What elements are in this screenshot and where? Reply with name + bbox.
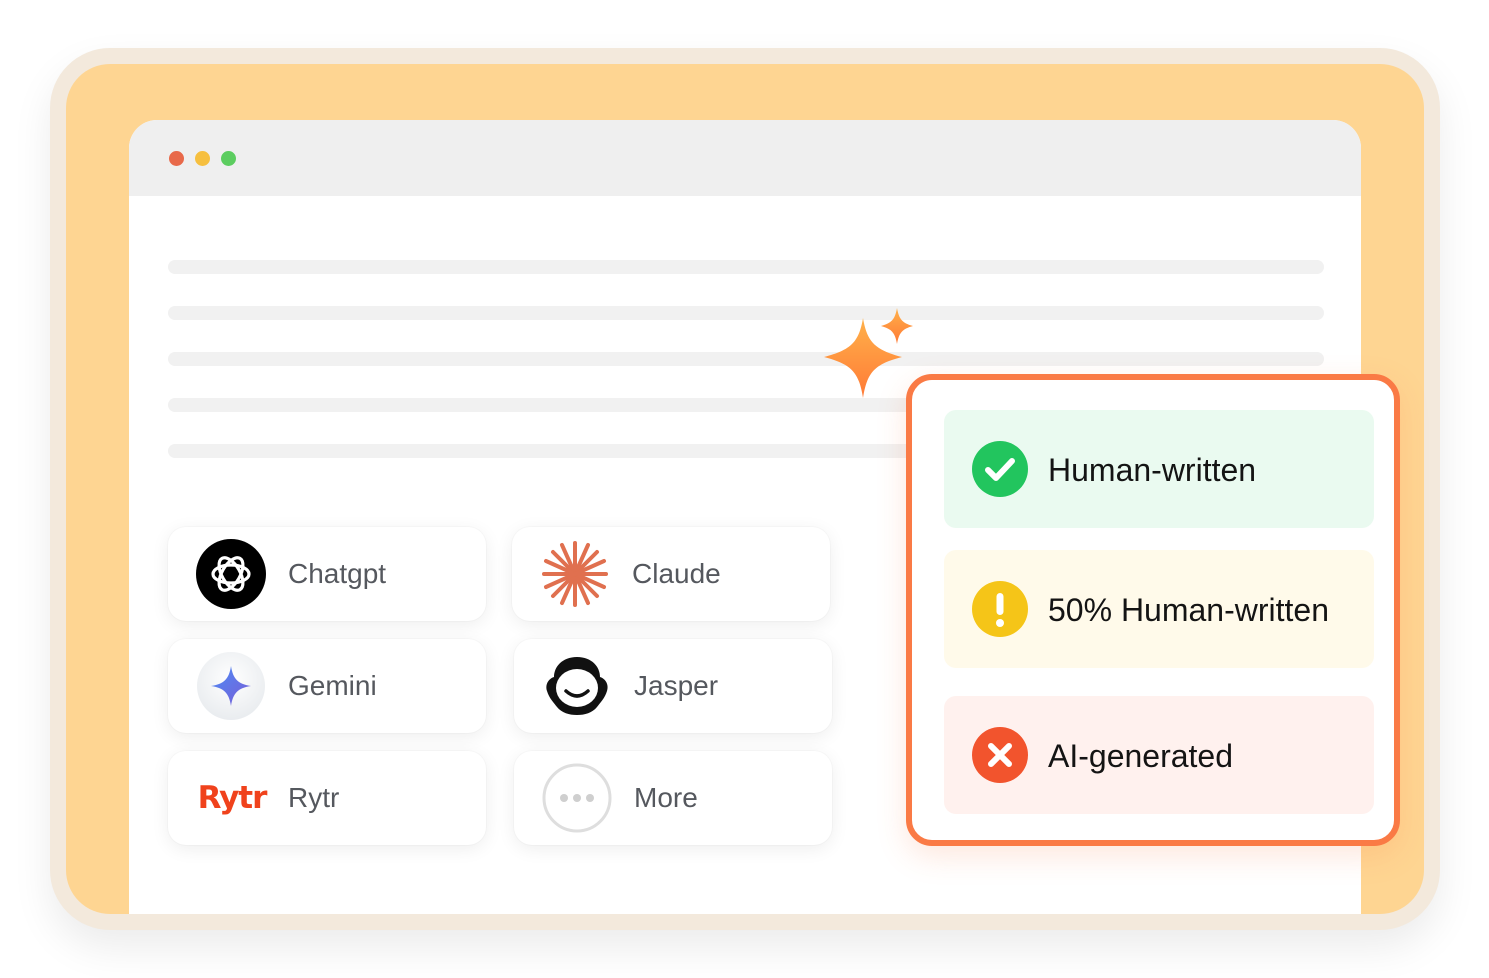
result-label: 50% Human-written [1048, 592, 1329, 628]
warning-icon [972, 581, 1028, 637]
placeholder-text-line [168, 398, 918, 412]
ai-source-label: Chatgpt [288, 558, 387, 589]
placeholder-text-line [168, 352, 1324, 366]
placeholder-text-line [168, 444, 918, 458]
ai-source-rytr[interactable]: Rytr Rytr [168, 751, 486, 845]
maximize-window-button[interactable] [221, 151, 236, 166]
sparkle-icon [824, 308, 913, 398]
ai-source-label: Gemini [288, 670, 377, 701]
result-partial-human: 50% Human-written [944, 550, 1374, 668]
gemini-sparkle-icon [196, 651, 266, 721]
minimize-window-button[interactable] [195, 151, 210, 166]
more-dots-icon [542, 763, 612, 833]
window-titlebar [129, 120, 1361, 196]
result-ai-generated: AI-generated [944, 696, 1374, 814]
placeholder-text-line [168, 306, 1324, 320]
ai-source-label: Jasper [634, 670, 719, 701]
detection-results-panel: Human-written 50% Human-written AI-gener… [906, 374, 1400, 846]
ai-source-label: More [634, 782, 698, 813]
result-label: AI-generated [1048, 738, 1234, 774]
x-icon [972, 727, 1028, 783]
check-icon [972, 441, 1028, 497]
ai-source-chatgpt[interactable]: Chatgpt [168, 527, 486, 621]
ai-source-gemini[interactable]: Gemini [168, 639, 486, 733]
rytr-logo-text: Rytr [197, 780, 268, 816]
claude-starburst-icon [540, 539, 610, 609]
ai-source-label: Claude [632, 558, 721, 589]
ai-source-label: Rytr [288, 782, 340, 813]
jasper-face-icon [542, 651, 612, 721]
chatgpt-logo-icon [196, 539, 266, 609]
result-human-written: Human-written [944, 410, 1374, 528]
ai-source-claude[interactable]: Claude [512, 527, 830, 621]
rytr-logo-icon: Rytr [192, 763, 272, 833]
ai-source-more[interactable]: More [514, 751, 832, 845]
result-label: Human-written [1048, 452, 1257, 488]
close-window-button[interactable] [169, 151, 184, 166]
ai-source-jasper[interactable]: Jasper [514, 639, 832, 733]
placeholder-text-line [168, 260, 1324, 274]
